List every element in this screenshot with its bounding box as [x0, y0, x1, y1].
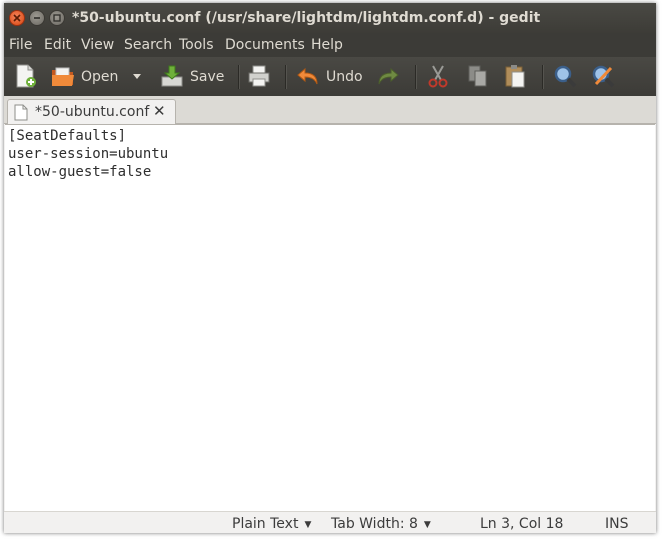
tab-document[interactable]: *50-ubuntu.conf ✕ [7, 99, 176, 124]
paste-button[interactable] [502, 63, 528, 89]
text-document-icon [14, 104, 28, 121]
insert-mode: INS [605, 516, 629, 532]
text-editor[interactable]: [SeatDefaults] user-session=ubuntu allow… [5, 124, 655, 512]
language-selector[interactable]: Plain Text ▼ [232, 516, 311, 532]
menu-help[interactable]: Help [311, 37, 343, 53]
toolbar: Open Save Undo [4, 57, 656, 96]
open-label[interactable]: Open [81, 69, 118, 85]
menu-tools[interactable]: Tools [179, 37, 214, 53]
print-button[interactable] [246, 63, 272, 89]
window-close-button[interactable] [9, 10, 25, 26]
menu-edit[interactable]: Edit [44, 37, 71, 53]
tab-label: *50-ubuntu.conf [35, 104, 150, 120]
window-minimize-button[interactable] [29, 10, 45, 26]
code-line[interactable]: [SeatDefaults] [8, 128, 126, 144]
gedit-window: *50-ubuntu.conf (/usr/share/lightdm/ligh… [4, 3, 656, 533]
dropdown-arrow-icon: ▼ [304, 520, 312, 530]
copy-button[interactable] [465, 63, 491, 89]
undo-label[interactable]: Undo [326, 69, 363, 85]
toolbar-separator [238, 65, 239, 89]
tab-width-selector[interactable]: Tab Width: 8 ▼ [331, 516, 431, 532]
printer-icon [248, 65, 270, 87]
tab-close-button[interactable]: ✕ [153, 103, 166, 119]
find-button[interactable] [552, 63, 578, 89]
language-label: Plain Text [232, 516, 299, 532]
undo-button[interactable] [295, 63, 321, 89]
toolbar-separator [542, 65, 543, 89]
cut-button[interactable] [425, 63, 451, 89]
status-bar: Plain Text ▼ Tab Width: 8 ▼ Ln 3, Col 18 I… [4, 511, 656, 533]
title-bar[interactable]: *50-ubuntu.conf (/usr/share/lightdm/ligh… [4, 3, 656, 33]
find-replace-button[interactable] [590, 63, 616, 89]
tab-width-label: Tab Width: 8 [331, 516, 418, 532]
maximize-icon [53, 14, 61, 22]
find-replace-icon [592, 65, 615, 88]
toolbar-separator [285, 65, 286, 89]
window-title: *50-ubuntu.conf (/usr/share/lightdm/ligh… [72, 10, 541, 26]
code-line[interactable]: user-session=ubuntu [8, 146, 168, 162]
document-tabs: *50-ubuntu.conf ✕ [4, 96, 656, 124]
save-icon [161, 65, 183, 87]
save-label[interactable]: Save [190, 69, 224, 85]
copy-icon [468, 65, 487, 87]
window-maximize-button[interactable] [49, 10, 65, 26]
save-button[interactable] [159, 63, 185, 89]
redo-icon [378, 67, 399, 85]
code-line[interactable]: allow-guest=false [8, 164, 151, 180]
menu-file[interactable]: File [9, 37, 32, 53]
dropdown-arrow-icon[interactable] [133, 74, 141, 80]
close-icon [13, 14, 21, 22]
open-folder-icon [52, 67, 74, 86]
dropdown-arrow-icon: ▼ [423, 520, 431, 530]
new-document-button[interactable] [12, 63, 38, 89]
new-document-icon [16, 64, 36, 88]
toolbar-separator [415, 65, 416, 89]
cursor-position: Ln 3, Col 18 [480, 516, 564, 532]
scissors-icon [428, 65, 448, 88]
paste-icon [505, 65, 525, 88]
menu-search[interactable]: Search [124, 37, 172, 53]
open-button[interactable] [50, 63, 76, 89]
menu-bar: File Edit View Search Tools Documents He… [4, 33, 656, 57]
redo-button[interactable] [375, 63, 401, 89]
menu-documents[interactable]: Documents [225, 37, 305, 53]
menu-view[interactable]: View [81, 37, 114, 53]
undo-icon [297, 67, 318, 85]
minimize-icon [34, 17, 40, 19]
magnifier-icon [554, 65, 577, 88]
